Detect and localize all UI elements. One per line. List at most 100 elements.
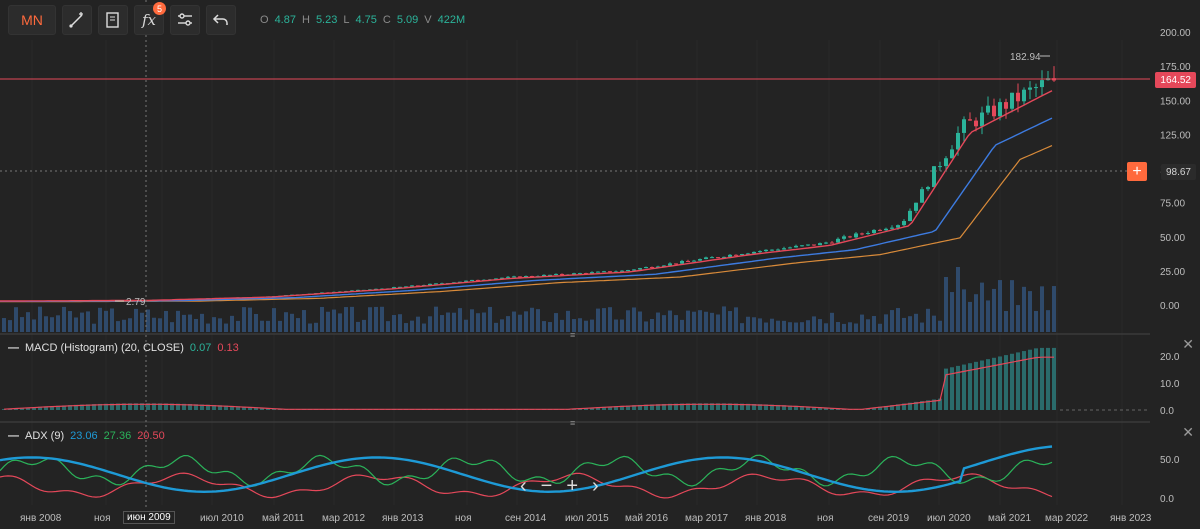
candle-body (644, 267, 648, 269)
volume-bar (170, 322, 174, 332)
volume-bar (1052, 286, 1056, 332)
period-selector-button[interactable]: MN (8, 5, 56, 35)
volume-bar (452, 312, 456, 332)
candle-body (776, 249, 780, 251)
price-tick-label: 0.00 (1160, 301, 1180, 312)
volume-bar (296, 318, 300, 332)
ohlc-readout: O 4.87 H 5.23 L 4.75 C 5.09 V 422M (260, 14, 465, 26)
volume-bar (920, 322, 924, 332)
candle-body (728, 254, 732, 257)
macd-title: MACD (Histogram) (20, CLOSE) (25, 342, 184, 354)
navigation-controls: ‹ − + › (520, 475, 599, 498)
volume-bar (932, 315, 936, 332)
candle-body (638, 268, 642, 270)
sliders-icon (178, 13, 192, 26)
indicators-button[interactable]: fx 5 (134, 2, 166, 35)
volume-bar (380, 306, 384, 332)
candle-body (602, 271, 606, 273)
candle-body (890, 227, 894, 229)
volume-bar (722, 306, 726, 332)
volume-bar (944, 277, 948, 332)
candle-body (818, 243, 822, 246)
volume-bar (566, 310, 570, 332)
volume-bar (476, 313, 480, 332)
volume-bar (50, 317, 54, 332)
volume-bar (206, 323, 210, 332)
volume-bar (1016, 305, 1020, 332)
volume-bar (2, 318, 6, 332)
adx-value-3: 20.50 (137, 430, 165, 442)
volume-bar (44, 316, 48, 332)
volume-bar (224, 323, 228, 332)
candle-body (974, 120, 978, 127)
volume-bar (146, 309, 150, 332)
volume-bar (14, 307, 18, 332)
volume-bar (368, 307, 372, 332)
time-tick-label: сен 2014 (505, 513, 547, 524)
settings-button[interactable] (170, 5, 200, 35)
add-order-button[interactable]: + (1127, 162, 1147, 181)
volume-bar (866, 319, 870, 332)
volume-value: 422M (437, 14, 466, 26)
close-adx-pane-button[interactable]: ✕ (1182, 424, 1194, 441)
volume-bar (902, 317, 906, 332)
close-macd-pane-button[interactable]: ✕ (1182, 336, 1194, 353)
candle-body (680, 260, 684, 264)
candle-body (470, 279, 474, 281)
undo-button[interactable] (206, 5, 236, 35)
zoom-in-button[interactable]: + (566, 475, 578, 498)
volume-bar (26, 312, 30, 332)
volume-bar (992, 288, 996, 332)
volume-bar (950, 292, 954, 332)
volume-bar (842, 323, 846, 332)
volume-bar (188, 314, 192, 332)
zoom-out-button[interactable]: − (541, 475, 553, 498)
volume-bar (698, 310, 702, 332)
time-tick-label: июл 2015 (565, 513, 609, 524)
low-value: 4.75 (355, 14, 377, 26)
volume-bar (674, 315, 678, 332)
time-cursor-label: июн 2009 (123, 511, 175, 524)
time-tick-label: май 2016 (625, 513, 669, 524)
volume-bar (872, 316, 876, 332)
volume-bar (470, 309, 474, 332)
volume-bar (248, 307, 252, 332)
drawing-tools-button[interactable] (62, 5, 92, 35)
time-tick-label: мар 2022 (1045, 513, 1089, 524)
volume-bar (92, 323, 96, 332)
resize-handle-icon: ≡ (570, 330, 575, 340)
candle-body (668, 263, 672, 266)
scroll-left-button[interactable]: ‹ (520, 475, 527, 498)
time-tick-label: ноя (94, 513, 111, 524)
volume-bar (854, 323, 858, 332)
candle-body (968, 119, 972, 121)
volume-bar (962, 289, 966, 332)
volume-bar (638, 311, 642, 332)
volume-bar (974, 294, 978, 332)
volume-bar (704, 311, 708, 332)
volume-bar (710, 312, 714, 332)
volume-bar (182, 314, 186, 332)
price-tick-label: 25.00 (1160, 267, 1185, 278)
volume-bar (512, 311, 516, 332)
candle-body (872, 229, 876, 234)
volume-bar (884, 314, 888, 332)
volume-bar (122, 319, 126, 332)
volume-bar (1034, 310, 1038, 332)
volume-bar (20, 317, 24, 332)
volume-bar (464, 319, 468, 332)
adx-value-1: 23.06 (70, 430, 98, 442)
collapse-pane-icon[interactable]: — (8, 430, 19, 442)
volume-bar (200, 313, 204, 332)
volume-bar (896, 308, 900, 332)
low-label: L (343, 14, 350, 26)
templates-button[interactable] (98, 5, 128, 35)
candle-body (830, 242, 834, 244)
scroll-right-button[interactable]: › (592, 475, 599, 498)
candle-body (1016, 92, 1020, 102)
chart-canvas[interactable]: ≡ ≡ 182.94 2.79 200.00175.00150.00125.00… (0, 0, 1200, 529)
volume-bar (956, 267, 960, 332)
high-label: H (301, 14, 310, 26)
collapse-pane-icon[interactable]: — (8, 342, 19, 354)
volume-bar (980, 282, 984, 332)
